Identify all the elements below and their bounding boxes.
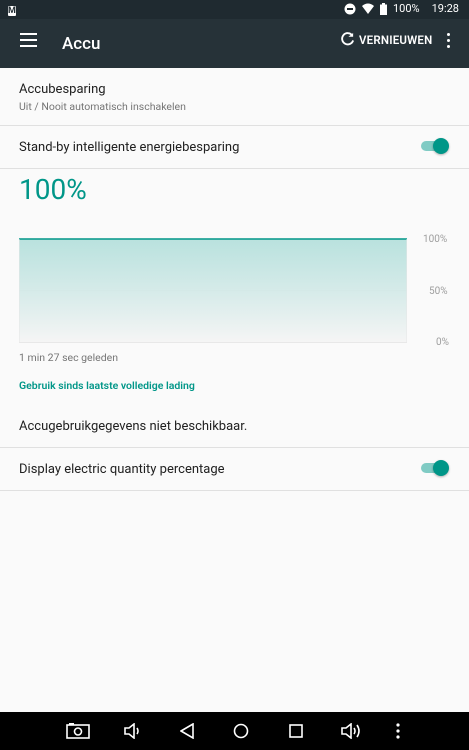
volume-up-icon [341,723,360,739]
battery-saver-row[interactable]: Accubesparing Uit / Nooit automatisch in… [0,68,469,126]
back-icon [180,723,194,739]
overflow-button[interactable] [395,722,401,740]
more-vertical-icon [396,723,400,739]
page-title: Accu [62,34,101,54]
back-button[interactable] [180,722,194,740]
usage-unavailable-text: Accugebruikgegevens niet beschikbaar. [19,419,248,434]
battery-chart: 100% 50% 0% [19,232,455,352]
standby-toggle[interactable] [421,138,449,154]
battery-saver-title: Accubesparing [19,82,106,97]
status-bar: M 100% 19:28 [0,0,469,19]
recents-button[interactable] [289,722,303,740]
more-options-icon[interactable] [447,33,451,49]
y-tick-label: 0% [436,337,449,348]
battery-area [19,239,407,342]
refresh-icon [341,32,355,46]
usage-since-charge-link[interactable]: Gebruik sinds laatste volledige lading [19,379,195,392]
battery-level: 100% [19,173,87,206]
home-icon [233,723,249,739]
battery-icon [379,2,387,15]
wifi-icon [361,3,374,14]
volume-down-button[interactable] [124,722,142,740]
navigation-bar [0,712,469,750]
display-percentage-label: Display electric quantity percentage [19,462,225,477]
refresh-button[interactable]: VERNIEUWEN [340,32,432,47]
mail-icon: M [8,6,16,16]
screenshot-button[interactable] [66,722,90,740]
standby-label: Stand-by intelligente energiebesparing [19,140,240,155]
menu-icon[interactable] [20,33,37,47]
display-percentage-row[interactable]: Display electric quantity percentage [0,447,469,491]
battery-saver-subtitle: Uit / Nooit automatisch inschakelen [19,100,186,113]
recents-icon [289,724,303,738]
do-not-disturb-icon [344,3,356,14]
refresh-label: VERNIEUWEN [359,32,433,47]
volume-down-icon [124,723,139,739]
y-tick-label: 50% [429,286,448,297]
display-percentage-toggle[interactable] [421,460,449,476]
app-toolbar: Accu VERNIEUWEN [0,19,469,68]
clock: 19:28 [431,2,459,15]
last-update-text: 1 min 27 sec geleden [19,351,119,364]
battery-chart-plot [19,238,407,343]
y-tick-label: 100% [423,234,448,245]
standby-row[interactable]: Stand-by intelligente energiebesparing [0,126,469,169]
home-button[interactable] [233,722,249,740]
volume-up-button[interactable] [341,722,363,740]
camera-icon [66,723,90,739]
battery-percent: 100% [392,2,420,15]
